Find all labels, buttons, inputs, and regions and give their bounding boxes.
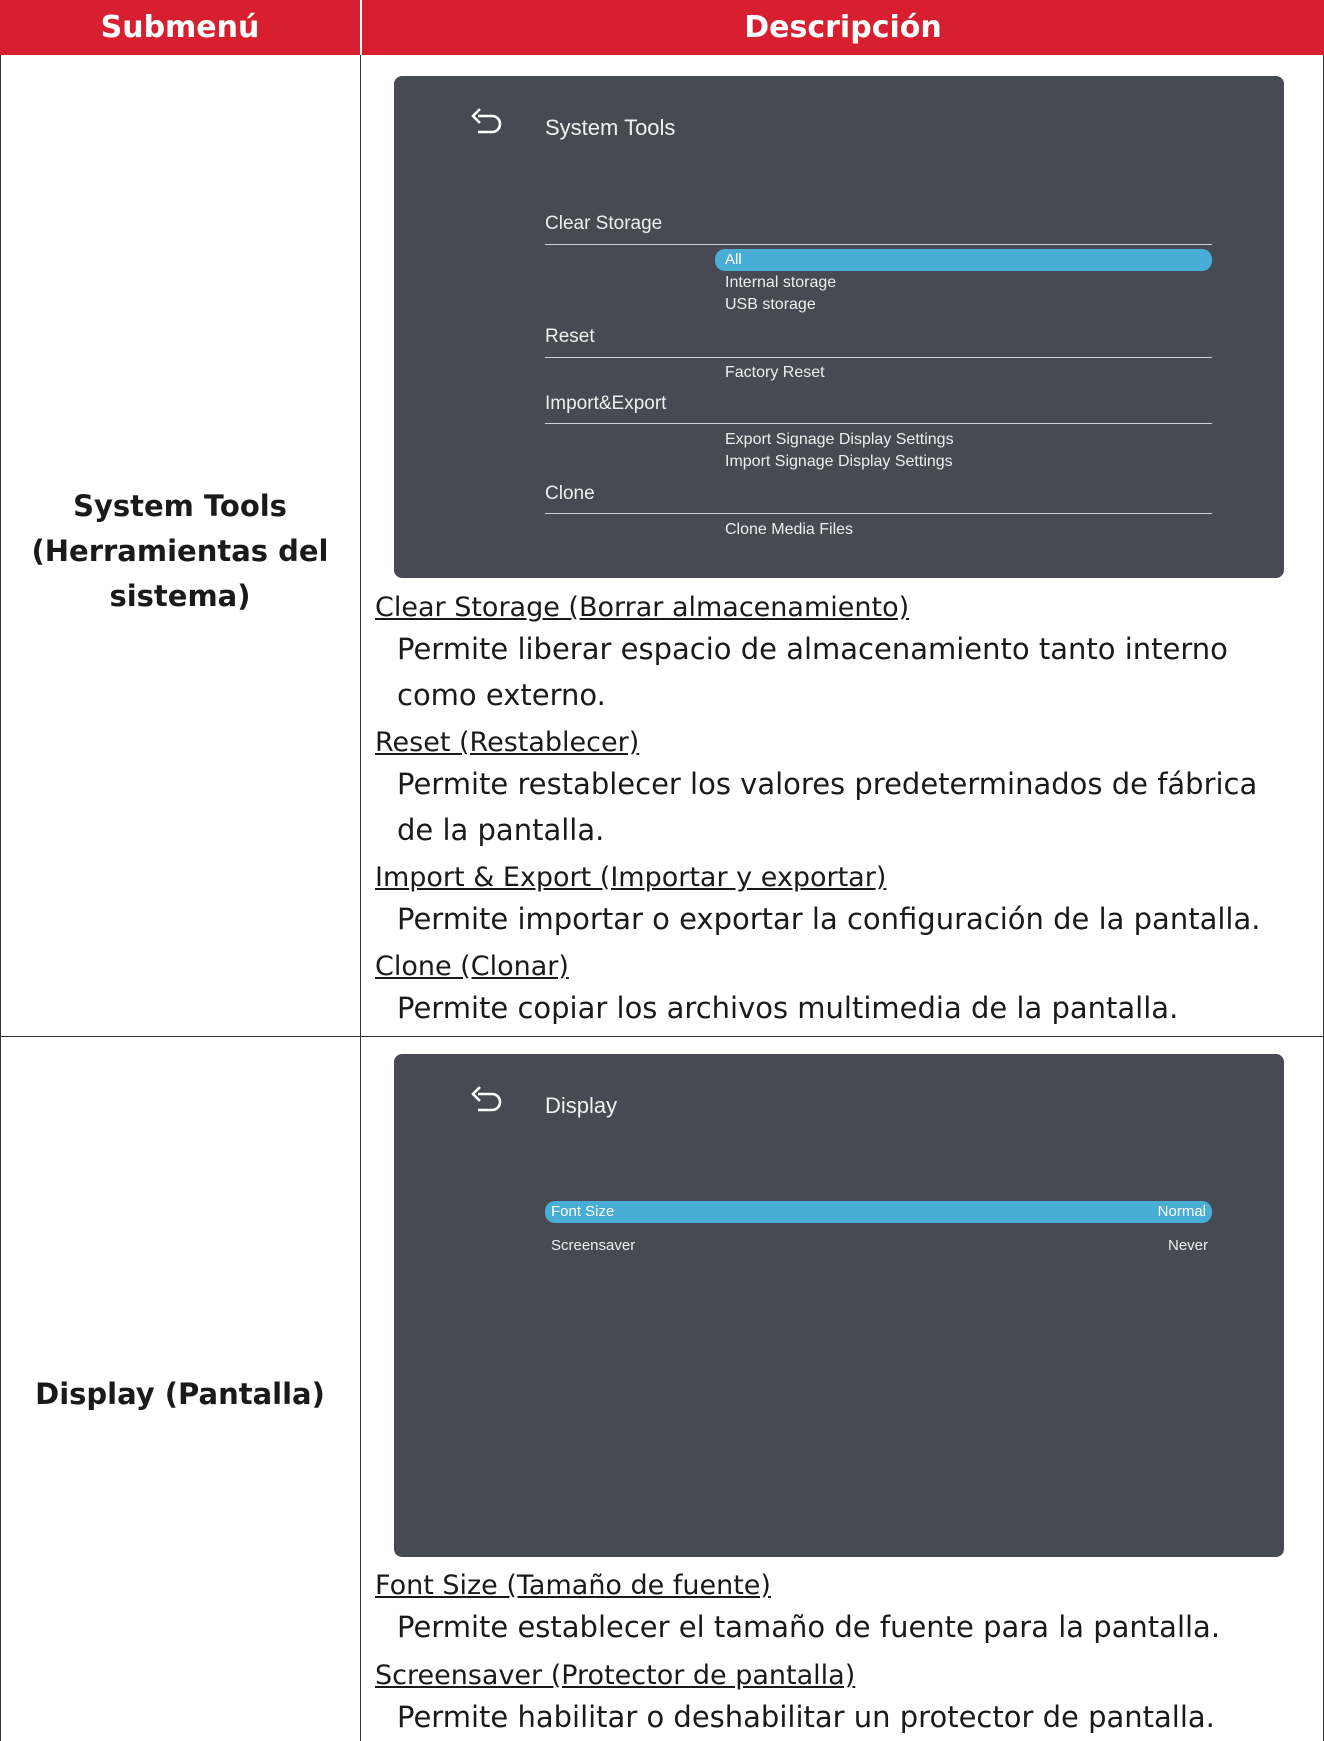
item-title: Font Size (Tamaño de fuente) bbox=[375, 1570, 771, 1601]
option-usb-storage[interactable]: USB storage bbox=[725, 296, 816, 314]
screen-title: Display bbox=[545, 1093, 618, 1118]
item-description: Permite importar o exportar la configura… bbox=[397, 902, 1261, 936]
item-title: Clear Storage (Borrar almacenamiento) bbox=[375, 592, 910, 623]
item-title: Import & Export (Importar y exportar) bbox=[375, 862, 887, 893]
section-clear-storage: Clear Storage bbox=[545, 213, 663, 234]
section-divider bbox=[545, 244, 1212, 245]
header-submenu: Submenú bbox=[100, 10, 260, 45]
label-line: sistema) bbox=[109, 579, 251, 613]
back-icon[interactable] bbox=[470, 108, 504, 138]
item-description: Permite copiar los archivos multimedia d… bbox=[397, 991, 1179, 1025]
label-line: (Herramientas del bbox=[31, 534, 329, 568]
screen-title: System Tools bbox=[545, 115, 676, 140]
option-export-settings[interactable]: Export Signage Display Settings bbox=[725, 431, 954, 449]
section-divider bbox=[545, 357, 1212, 358]
item-description: Permite establecer el tamaño de fuente p… bbox=[397, 1610, 1221, 1644]
option-internal-storage[interactable]: Internal storage bbox=[725, 274, 836, 292]
label-line: System Tools bbox=[73, 489, 287, 523]
option-all-selected[interactable]: All bbox=[715, 249, 1212, 271]
section-divider bbox=[545, 513, 1212, 514]
table-border-mid bbox=[360, 55, 361, 1741]
option-import-settings[interactable]: Import Signage Display Settings bbox=[725, 453, 953, 471]
section-clone: Clone bbox=[545, 483, 595, 504]
setting-value: Normal bbox=[1157, 1203, 1206, 1220]
row-label-display: Display (Pantalla) bbox=[0, 1372, 360, 1417]
section-import-export: Import&Export bbox=[545, 393, 667, 414]
item-title: Clone (Clonar) bbox=[375, 951, 569, 982]
header-description: Descripción bbox=[744, 10, 942, 45]
item-description: Permite restablecer los valores predeter… bbox=[397, 767, 1258, 847]
option-label: All bbox=[725, 251, 742, 268]
item-title: Screensaver (Protector de pantalla) bbox=[375, 1660, 856, 1691]
item-description: Permite liberar espacio de almacenamient… bbox=[397, 632, 1228, 712]
item-description: Permite habilitar o deshabilitar un prot… bbox=[397, 1700, 1215, 1734]
row-divider bbox=[0, 1036, 1324, 1037]
setting-label: Font Size bbox=[551, 1203, 615, 1220]
setting-font-size-selected[interactable]: Font Size Normal bbox=[545, 1201, 1212, 1223]
option-factory-reset[interactable]: Factory Reset bbox=[725, 364, 825, 382]
item-title: Reset (Restablecer) bbox=[375, 727, 640, 758]
table-border-left bbox=[0, 55, 1, 1741]
setting-screensaver-value: Never bbox=[1167, 1237, 1208, 1254]
option-clone-media-files[interactable]: Clone Media Files bbox=[725, 521, 853, 539]
back-icon[interactable] bbox=[470, 1086, 504, 1116]
label-line: Display (Pantalla) bbox=[35, 1377, 325, 1411]
table-header: Submenú Descripción bbox=[0, 0, 1324, 55]
section-reset: Reset bbox=[545, 326, 595, 347]
row-label-system-tools: System Tools (Herramientas del sistema) bbox=[0, 484, 360, 619]
section-divider bbox=[545, 423, 1212, 424]
display-screen: Display Font Size Normal Screensaver Nev… bbox=[394, 1054, 1284, 1557]
system-tools-screen: System Tools Clear Storage All Internal … bbox=[394, 76, 1284, 578]
setting-screensaver-label[interactable]: Screensaver bbox=[551, 1237, 635, 1254]
